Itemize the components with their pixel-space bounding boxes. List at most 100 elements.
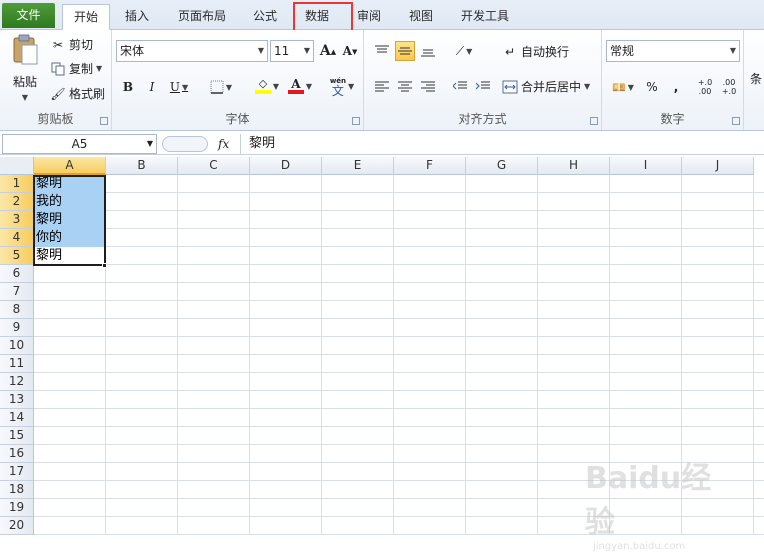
- formula-input[interactable]: 黎明: [240, 134, 762, 154]
- row-header-17[interactable]: 17: [0, 463, 34, 481]
- row-header-16[interactable]: 16: [0, 445, 34, 463]
- column-header-g[interactable]: G: [466, 157, 538, 175]
- percent-button[interactable]: %: [642, 77, 662, 97]
- row-header-6[interactable]: 6: [0, 265, 34, 283]
- cell-a2[interactable]: 我的: [34, 193, 106, 211]
- comma-style-button[interactable]: ,: [666, 77, 686, 97]
- fill-handle[interactable]: [102, 263, 107, 268]
- column-header-c[interactable]: C: [178, 157, 250, 175]
- column-header-b[interactable]: B: [106, 157, 178, 175]
- align-right-button[interactable]: [418, 76, 438, 96]
- align-left-button[interactable]: [372, 76, 392, 96]
- row-header-5[interactable]: 5: [0, 247, 34, 265]
- row-header-14[interactable]: 14: [0, 409, 34, 427]
- wrap-text-button[interactable]: ↵ 自动换行: [502, 43, 569, 60]
- cell-a3[interactable]: 黎明: [34, 211, 106, 229]
- font-name-combo[interactable]: 宋体 ▼: [116, 40, 268, 62]
- tab-formulas[interactable]: 公式: [244, 4, 286, 30]
- wrap-text-label: 自动换行: [521, 45, 570, 59]
- increase-decimal-button[interactable]: +.0 .00: [694, 75, 716, 99]
- format-painter-button[interactable]: 🖌 格式刷: [50, 85, 105, 102]
- decrease-decimal-button[interactable]: .00 +.0: [718, 75, 740, 99]
- column-header-i[interactable]: I: [610, 157, 682, 175]
- tab-review[interactable]: 审阅: [348, 4, 390, 30]
- row-header-2[interactable]: 2: [0, 193, 34, 211]
- alignment-launcher-icon[interactable]: [590, 117, 598, 125]
- formula-expand-handle[interactable]: [162, 136, 208, 152]
- increase-indent-button[interactable]: [473, 76, 493, 96]
- decrease-indent-button[interactable]: [450, 76, 470, 96]
- row-header-8[interactable]: 8: [0, 301, 34, 319]
- underline-button[interactable]: U ▼: [166, 77, 192, 97]
- row-header-1[interactable]: 1: [0, 175, 34, 193]
- select-all-corner[interactable]: [0, 157, 34, 175]
- row-header-3[interactable]: 3: [0, 211, 34, 229]
- tab-file[interactable]: 文件: [2, 3, 55, 28]
- tab-data[interactable]: 数据: [296, 4, 338, 30]
- tab-home[interactable]: 开始: [62, 4, 110, 30]
- accounting-format-button[interactable]: 💴 ▼: [608, 77, 638, 97]
- cut-button[interactable]: ✂ 剪切: [50, 36, 93, 53]
- shrink-font-icon: A: [342, 44, 352, 58]
- row-header-10[interactable]: 10: [0, 337, 34, 355]
- borders-button[interactable]: ▼: [206, 77, 236, 97]
- tab-view[interactable]: 视图: [400, 4, 442, 30]
- font-launcher-icon[interactable]: [352, 117, 360, 125]
- phonetic-button[interactable]: wén 文 ▼: [326, 74, 358, 98]
- fill-color-button[interactable]: ◇ ▼: [250, 76, 284, 96]
- paste-button[interactable]: 粘贴 ▼: [8, 34, 42, 102]
- align-top-button[interactable]: [372, 41, 392, 61]
- orientation-button[interactable]: ⟋ ▼: [450, 41, 478, 61]
- font-size-combo[interactable]: 11 ▼: [270, 40, 314, 62]
- decrease-decimal-icon: .00 +.0: [721, 78, 737, 96]
- watermark-logo: Baidu经验: [585, 461, 712, 540]
- column-header-a[interactable]: A: [34, 157, 106, 175]
- column-header-d[interactable]: D: [250, 157, 322, 175]
- number-format-combo[interactable]: 常规 ▼: [606, 40, 740, 62]
- row-header-9[interactable]: 9: [0, 319, 34, 337]
- number-group: 常规 ▼ 💴 ▼ % , +.0 .00 .00 +.0 数字: [602, 30, 744, 130]
- font-color-button[interactable]: A ▼: [284, 76, 316, 96]
- align-bottom-icon: [421, 49, 435, 57]
- row-header-18[interactable]: 18: [0, 481, 34, 499]
- tab-insert[interactable]: 插入: [114, 4, 160, 30]
- column-header-h[interactable]: H: [538, 157, 610, 175]
- paste-icon: [13, 34, 38, 65]
- conditional-formatting-button[interactable]: 条: [750, 70, 762, 87]
- number-format-value: 常规: [610, 44, 635, 58]
- number-launcher-icon[interactable]: [732, 117, 740, 125]
- shrink-font-button[interactable]: A ▼: [340, 41, 360, 61]
- row-header-4[interactable]: 4: [0, 229, 34, 247]
- tab-page-layout[interactable]: 页面布局: [170, 4, 234, 30]
- align-center-button[interactable]: [395, 76, 415, 96]
- clipboard-group: 粘贴 ▼ ✂ 剪切 复制 ▼ 🖌 格式刷 剪贴板: [0, 30, 112, 130]
- currency-icon: 💴: [612, 80, 626, 94]
- grow-font-button[interactable]: A ▲: [318, 41, 338, 61]
- tab-developer[interactable]: 开发工具: [452, 4, 518, 30]
- row-header-19[interactable]: 19: [0, 499, 34, 517]
- row-header-20[interactable]: 20: [0, 517, 34, 535]
- name-box[interactable]: A5 ▼: [2, 134, 157, 154]
- ribbon: 粘贴 ▼ ✂ 剪切 复制 ▼ 🖌 格式刷 剪贴板 宋体 ▼ 11 ▼ A ▲ A…: [0, 30, 764, 131]
- row-header-15[interactable]: 15: [0, 427, 34, 445]
- align-middle-button[interactable]: [395, 41, 415, 61]
- merge-center-button[interactable]: 合并后居中 ▼: [502, 78, 590, 95]
- column-header-j[interactable]: J: [682, 157, 754, 175]
- bold-button[interactable]: B: [118, 77, 138, 97]
- cell-a1[interactable]: 黎明: [34, 175, 106, 193]
- cell-a5[interactable]: 黎明: [34, 247, 106, 265]
- align-bottom-button[interactable]: [418, 41, 438, 61]
- row-header-12[interactable]: 12: [0, 373, 34, 391]
- clipboard-launcher-icon[interactable]: [100, 117, 108, 125]
- column-header-f[interactable]: F: [394, 157, 466, 175]
- copy-button[interactable]: 复制 ▼: [50, 60, 102, 77]
- row-header-11[interactable]: 11: [0, 355, 34, 373]
- column-header-e[interactable]: E: [322, 157, 394, 175]
- formula-bar: A5 ▼ fx 黎明: [0, 133, 764, 155]
- row-header-7[interactable]: 7: [0, 283, 34, 301]
- insert-function-icon[interactable]: fx: [218, 134, 229, 154]
- row-header-13[interactable]: 13: [0, 391, 34, 409]
- italic-button[interactable]: I: [142, 77, 162, 97]
- cell-a4[interactable]: 你的: [34, 229, 106, 247]
- decrease-indent-icon: [453, 81, 467, 90]
